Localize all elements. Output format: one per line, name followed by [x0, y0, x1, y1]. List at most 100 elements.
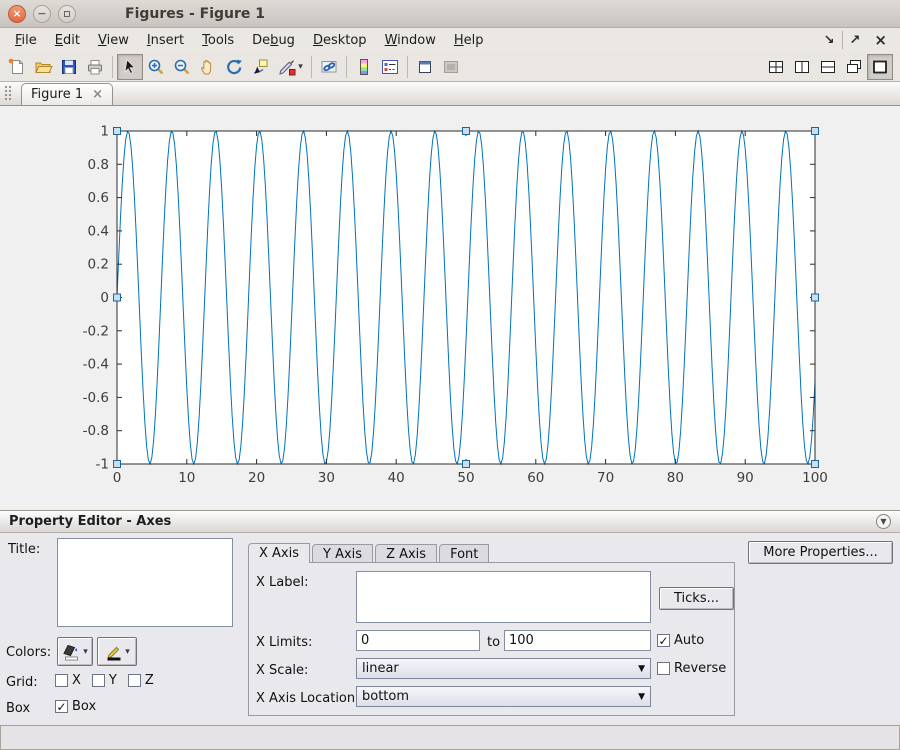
grid-y-checkbox[interactable]: [92, 674, 105, 687]
link-plot-button[interactable]: [316, 54, 342, 80]
more-properties-button[interactable]: More Properties...: [748, 541, 893, 564]
x-tick-label: 70: [597, 470, 614, 486]
grid-z-checkbox[interactable]: [128, 674, 141, 687]
menu-edit[interactable]: Edit: [46, 31, 89, 50]
drag-handle[interactable]: [4, 85, 11, 101]
insert-colorbar-button[interactable]: [351, 54, 377, 80]
window-close-button[interactable]: ×: [8, 5, 26, 23]
plot-background[interactable]: [117, 131, 815, 464]
print-figure-button[interactable]: [82, 54, 108, 80]
x-limit-min-input[interactable]: [356, 630, 480, 651]
grid-x-checkbox-label: X: [72, 673, 81, 688]
layout-split-vertical-button[interactable]: [789, 54, 815, 80]
reverse-checkbox-group: Reverse: [657, 661, 737, 676]
x-axis-tab-panel: X Label: Ticks... X Limits: to ✓Auto X S…: [248, 562, 735, 716]
figure-canvas[interactable]: 0102030405060708090100-1-0.8-0.6-0.4-0.2…: [0, 106, 900, 510]
save-figure-button[interactable]: [56, 54, 82, 80]
selection-handle[interactable]: [812, 461, 819, 468]
zoom-in-button[interactable]: [143, 54, 169, 80]
tab-font[interactable]: Font: [439, 544, 489, 563]
y-tick-label: 0: [100, 290, 109, 306]
layout-split-horizontal-button[interactable]: [815, 54, 841, 80]
selection-handle[interactable]: [812, 128, 819, 135]
tab-y-axis[interactable]: Y Axis: [312, 544, 373, 563]
menu-items: FileEditViewInsertToolsDebugDesktopWindo…: [6, 31, 493, 50]
menu-tools[interactable]: Tools: [193, 31, 243, 50]
tab-label: Figure 1: [31, 87, 83, 102]
dock-figure-button[interactable]: [438, 54, 464, 80]
link-plot-icon: [319, 57, 339, 77]
x-tick-label: 90: [737, 470, 754, 486]
menu-view[interactable]: View: [89, 31, 138, 50]
x-scale-select[interactable]: linear ▼: [356, 658, 651, 679]
window-minimize-button[interactable]: −: [33, 5, 51, 23]
save-icon: [59, 57, 79, 77]
close-icon[interactable]: ×: [867, 31, 894, 49]
pan-button[interactable]: [195, 54, 221, 80]
layout-grid-2x2-button[interactable]: [763, 54, 789, 80]
hide-plot-tools-button[interactable]: [412, 54, 438, 80]
y-tick-label: -0.2: [83, 323, 109, 339]
grid-x-checkbox[interactable]: [55, 674, 68, 687]
x-label-input[interactable]: [356, 571, 651, 623]
box-checkbox[interactable]: ✓: [55, 700, 68, 713]
split-vertical-icon: [792, 57, 812, 77]
figure-toolbar: ▾: [0, 52, 900, 82]
new-figure-icon: [7, 57, 27, 77]
axes-title-input[interactable]: [57, 538, 233, 627]
collapse-panel-button[interactable]: ▼: [876, 514, 891, 529]
selection-handle[interactable]: [463, 461, 470, 468]
fill-color-button[interactable]: ▾: [57, 637, 93, 666]
undock-arrow-icon[interactable]: ↗: [843, 33, 868, 48]
menu-debug[interactable]: Debug: [243, 31, 304, 50]
menu-help[interactable]: Help: [445, 31, 493, 50]
new-figure-button[interactable]: [4, 54, 30, 80]
line-color-pen-icon: [104, 642, 124, 662]
tab-close-icon[interactable]: ×: [92, 88, 103, 101]
tab-z-axis[interactable]: Z Axis: [375, 544, 437, 563]
zoom-out-button[interactable]: [169, 54, 195, 80]
fill-color-dropdown-icon[interactable]: ▾: [83, 647, 88, 657]
window-maximize-button[interactable]: [58, 5, 76, 23]
brush-icon: [277, 57, 297, 77]
y-tick-label: -0.6: [83, 390, 109, 406]
tab-figure-1[interactable]: Figure 1 ×: [21, 83, 113, 105]
open-file-button[interactable]: [30, 54, 56, 80]
menu-file[interactable]: File: [6, 31, 46, 50]
ticks-button[interactable]: Ticks...: [659, 587, 734, 610]
x-tick-label: 40: [388, 470, 405, 486]
property-editor-body: Title: Colors: ▾ ▾ Grid: XYZ Box ✓Box X …: [0, 533, 900, 726]
edit-plot-button[interactable]: [117, 54, 143, 80]
menu-desktop[interactable]: Desktop: [304, 31, 376, 50]
auto-checkbox[interactable]: ✓: [657, 634, 670, 647]
x-tick-label: 10: [178, 470, 195, 486]
menu-window[interactable]: Window: [376, 31, 445, 50]
selection-handle[interactable]: [114, 461, 121, 468]
line-color-dropdown-icon[interactable]: ▾: [125, 647, 130, 657]
selection-handle[interactable]: [463, 128, 470, 135]
line-color-button[interactable]: ▾: [97, 637, 137, 666]
figure-tab-bar: Figure 1 ×: [0, 82, 900, 106]
toolbar-separator: [112, 56, 113, 78]
insert-legend-button[interactable]: [377, 54, 403, 80]
x-limit-max-input[interactable]: [504, 630, 651, 651]
tab-x-axis[interactable]: X Axis: [248, 543, 310, 563]
data-cursor-button[interactable]: [247, 54, 273, 80]
x-tick-label: 60: [527, 470, 544, 486]
brush-data-button[interactable]: ▾: [273, 54, 307, 80]
axes-plot[interactable]: 0102030405060708090100-1-0.8-0.6-0.4-0.2…: [0, 106, 900, 510]
menu-insert[interactable]: Insert: [138, 31, 193, 50]
reverse-checkbox[interactable]: [657, 662, 670, 675]
x-scale-value: linear: [362, 661, 399, 676]
layout-cascade-button[interactable]: [841, 54, 867, 80]
dock-arrow-icon[interactable]: ↘: [817, 33, 842, 48]
layout-single-maximized-button[interactable]: [867, 54, 893, 80]
x-axis-location-select[interactable]: bottom ▼: [356, 686, 651, 707]
selection-handle[interactable]: [114, 294, 121, 301]
brush-dropdown-icon[interactable]: ▾: [298, 62, 303, 72]
x-label-label: X Label:: [256, 575, 309, 590]
selection-handle[interactable]: [114, 128, 121, 135]
y-tick-label: 0.6: [88, 190, 109, 206]
rotate-3d-button[interactable]: [221, 54, 247, 80]
selection-handle[interactable]: [812, 294, 819, 301]
